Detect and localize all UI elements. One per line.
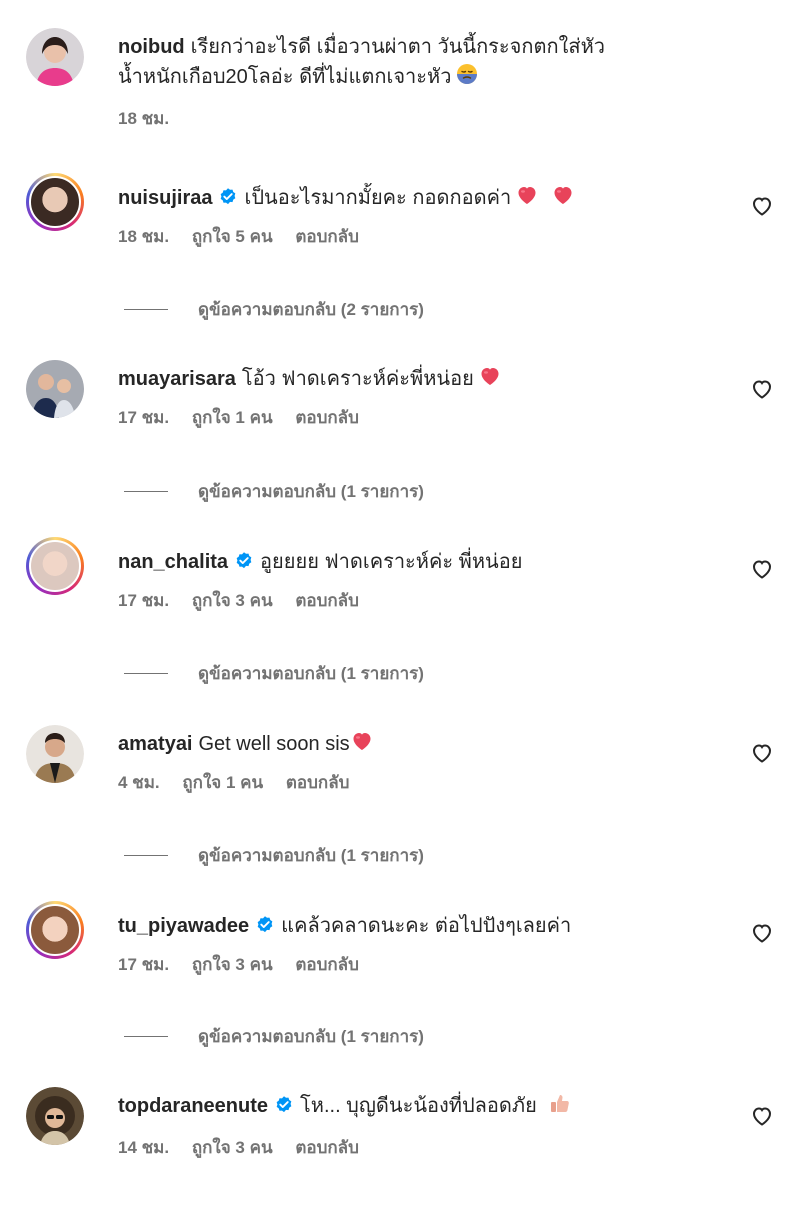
comment-text-continued: น้ำหนักเกือบ20โลอ่ะ ดีที่ไม่แตกเจาะหัว	[118, 66, 452, 88]
username[interactable]: noibud	[118, 36, 185, 58]
like-button-heart-outline-icon[interactable]	[750, 377, 774, 401]
comment-time[interactable]: 18 ชม.	[118, 227, 169, 246]
like-button-heart-outline-icon[interactable]	[750, 741, 774, 765]
heart-icon	[515, 183, 539, 207]
reply-button[interactable]: ตอบกลับ	[295, 227, 359, 246]
view-replies-button[interactable]: ดูข้อความตอบกลับ (1 รายการ)	[124, 478, 424, 505]
divider	[124, 673, 168, 674]
verified-badge-icon	[218, 187, 238, 207]
username[interactable]: amatyai	[118, 733, 193, 755]
comment-text: โอ้ว ฟาดเคราะห์ค่ะพี่หน่อย	[241, 368, 474, 390]
view-replies-label[interactable]: ดูข้อความตอบกลับ (2 รายการ)	[198, 296, 424, 323]
avatar[interactable]	[26, 360, 84, 418]
like-button-heart-outline-icon[interactable]	[750, 557, 774, 581]
avatar[interactable]	[26, 28, 84, 86]
thumbs-up-icon	[549, 1091, 571, 1124]
reply-button[interactable]: ตอบกลับ	[286, 773, 350, 792]
view-replies-button[interactable]: ดูข้อความตอบกลับ (1 รายการ)	[124, 660, 424, 687]
like-count[interactable]: ถูกใจ 3 คน	[192, 1138, 273, 1157]
comment-text: เป็นอะไรมากมั้ยคะ กอดกอดค่า	[244, 187, 512, 209]
divider	[124, 1036, 168, 1037]
avatar[interactable]	[26, 173, 84, 231]
like-count[interactable]: ถูกใจ 5 คน	[192, 227, 273, 246]
reply-button[interactable]: ตอบกลับ	[295, 955, 359, 974]
heart-icon	[350, 729, 374, 753]
like-count[interactable]: ถูกใจ 3 คน	[192, 591, 273, 610]
view-replies-button[interactable]: ดูข้อความตอบกลับ (1 รายการ)	[124, 1023, 424, 1050]
verified-badge-icon	[274, 1095, 294, 1115]
comment-text: แคล้วคลาดนะคะ ต่อไปปังๆเลยค่า	[281, 915, 572, 937]
like-count[interactable]: ถูกใจ 1 คน	[192, 408, 273, 427]
heart-icon	[478, 364, 502, 388]
comment-time[interactable]: 17 ชม.	[118, 408, 169, 427]
divider	[124, 491, 168, 492]
verified-badge-icon	[255, 915, 275, 935]
comment-time[interactable]: 18 ชม.	[118, 109, 169, 128]
view-replies-label[interactable]: ดูข้อความตอบกลับ (1 รายการ)	[198, 1023, 424, 1050]
divider	[124, 309, 168, 310]
view-replies-label[interactable]: ดูข้อความตอบกลับ (1 รายการ)	[198, 842, 424, 869]
reply-button[interactable]: ตอบกลับ	[295, 591, 359, 610]
divider	[124, 855, 168, 856]
username[interactable]: tu_piyawadee	[118, 915, 249, 937]
comment-text: Get well soon sis	[198, 733, 350, 755]
view-replies-label[interactable]: ดูข้อความตอบกลับ (1 รายการ)	[198, 660, 424, 687]
comment-time[interactable]: 17 ชม.	[118, 591, 169, 610]
username[interactable]: topdaraneenute	[118, 1095, 268, 1117]
reply-button[interactable]: ตอบกลับ	[295, 408, 359, 427]
view-replies-button[interactable]: ดูข้อความตอบกลับ (2 รายการ)	[124, 296, 424, 323]
comment-time[interactable]: 17 ชม.	[118, 955, 169, 974]
comment-text: เรียกว่าอะไรดี เมื่อวานผ่าตา วันนี้กระจก…	[190, 36, 605, 58]
comment-text: โห... บุญดีนะน้องที่ปลอดภัย	[300, 1095, 537, 1117]
like-button-heart-outline-icon[interactable]	[750, 194, 774, 218]
avatar[interactable]	[26, 537, 84, 595]
reply-button[interactable]: ตอบกลับ	[295, 1138, 359, 1157]
comment-text: อูยยยย ฟาดเคราะห์ค่ะ พี่หน่อย	[260, 551, 523, 573]
username[interactable]: nan_chalita	[118, 551, 228, 573]
like-button-heart-outline-icon[interactable]	[750, 1104, 774, 1128]
disappointed-face-icon	[455, 62, 479, 95]
avatar[interactable]	[26, 1087, 84, 1145]
verified-badge-icon	[234, 551, 254, 571]
avatar[interactable]	[26, 901, 84, 959]
view-replies-button[interactable]: ดูข้อความตอบกลับ (1 รายการ)	[124, 842, 424, 869]
avatar[interactable]	[26, 725, 84, 783]
heart-icon	[551, 183, 575, 207]
comment-time[interactable]: 4 ชม.	[118, 773, 160, 792]
like-count[interactable]: ถูกใจ 1 คน	[182, 773, 263, 792]
view-replies-label[interactable]: ดูข้อความตอบกลับ (1 รายการ)	[198, 478, 424, 505]
comment-time[interactable]: 14 ชม.	[118, 1138, 169, 1157]
username[interactable]: nuisujiraa	[118, 187, 212, 209]
like-button-heart-outline-icon[interactable]	[750, 921, 774, 945]
like-count[interactable]: ถูกใจ 3 คน	[192, 955, 273, 974]
username[interactable]: muayarisara	[118, 368, 236, 390]
